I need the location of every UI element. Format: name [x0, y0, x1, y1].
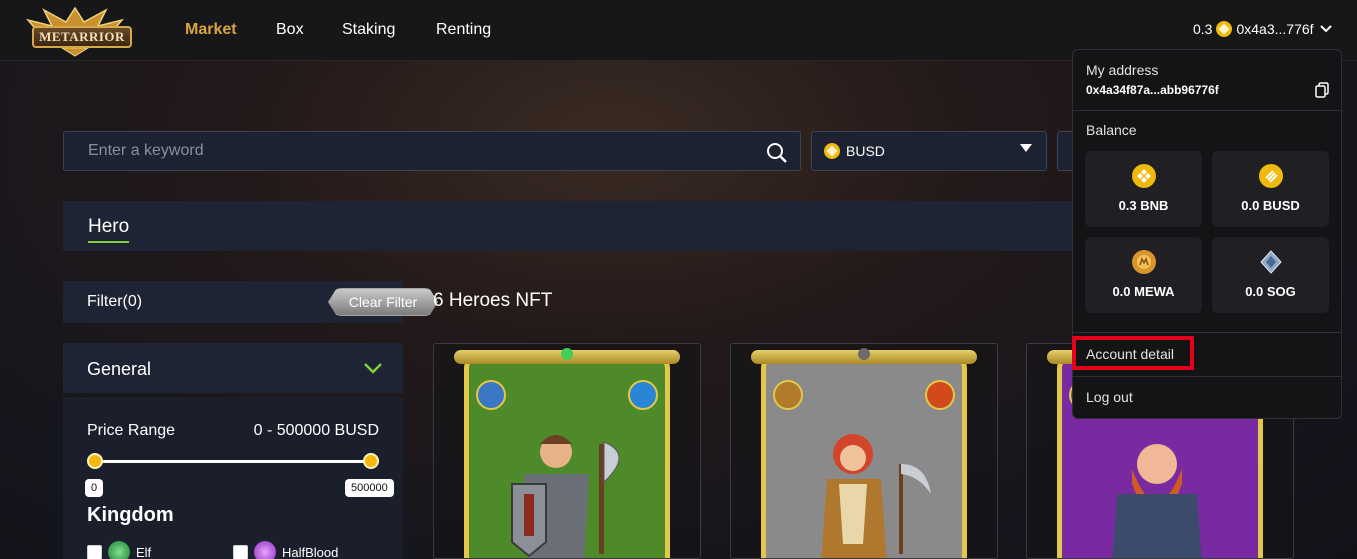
logout-link[interactable]: Log out [1086, 389, 1133, 405]
logo-wordmark: METARRIOR [32, 26, 132, 48]
price-slider-track[interactable] [94, 460, 370, 463]
divider [1073, 110, 1341, 111]
divider [1073, 332, 1341, 333]
balance-sog: 0.0 SOG [1245, 284, 1296, 299]
wallet-button[interactable]: 0.3 0x4a3...776f [1193, 21, 1332, 37]
caret-down-icon [1020, 144, 1032, 152]
kingdom-option-halfblood[interactable]: HalfBlood [233, 541, 338, 559]
price-slider-max-handle[interactable] [363, 453, 379, 469]
divider [1073, 376, 1341, 377]
warrior-hero-icon [511, 435, 620, 558]
nav-box[interactable]: Box [276, 21, 304, 39]
bnb-coin-icon [1216, 21, 1233, 37]
elf-checkbox[interactable] [87, 544, 102, 559]
heroes-count: 6 Heroes NFT [433, 290, 553, 311]
water-element-icon [628, 380, 658, 410]
mewa-icon [1132, 250, 1156, 274]
general-filter-panel: Price Range 0 - 500000 BUSD 0 500000 Kin… [63, 397, 403, 559]
tab-hero[interactable]: Hero [88, 216, 130, 243]
balance-label: Balance [1086, 122, 1137, 138]
filter-count: Filter(0) [87, 293, 143, 310]
class-icon [773, 380, 803, 410]
account-dropdown: My address 0x4a34f87a...abb96776f Balanc… [1072, 49, 1342, 419]
balance-tile-sog: 0.0 SOG [1212, 237, 1329, 313]
price-slider-min-handle[interactable] [87, 453, 103, 469]
search-box [63, 131, 801, 171]
rarity-gem-icon [561, 348, 573, 360]
price-max-tag: 500000 [345, 479, 394, 497]
copy-icon[interactable] [1315, 82, 1329, 98]
chevron-down-icon [364, 363, 382, 374]
elf-kingdom-icon [108, 541, 130, 559]
kingdom-option-elf[interactable]: Elf [87, 541, 151, 559]
clear-filter-button[interactable]: Clear Filter [328, 288, 438, 316]
busd-icon [1259, 164, 1283, 188]
balance-bnb: 0.3 BNB [1118, 198, 1169, 213]
balance-mewa: 0.0 MEWA [1112, 284, 1175, 299]
class-icon [476, 380, 506, 410]
kingdom-title: Kingdom [87, 504, 174, 526]
busd-coin-icon [824, 143, 840, 159]
chevron-down-icon [1319, 25, 1332, 33]
dwarf-hero-icon [1112, 444, 1202, 558]
fire-element-icon [925, 380, 955, 410]
account-detail-link[interactable]: Account detail [1086, 346, 1174, 362]
halfblood-label: HalfBlood [282, 544, 339, 559]
wallet-balance: 0.3 [1193, 21, 1213, 37]
general-title: General [87, 359, 152, 379]
sog-icon [1260, 250, 1282, 274]
metarrior-logo[interactable]: METARRIOR [18, 4, 132, 58]
rarity-gem-icon [858, 348, 870, 360]
bnb-icon [1132, 164, 1156, 188]
price-range-label: Price Range [87, 422, 176, 439]
hero-card[interactable] [730, 343, 998, 559]
category-tabs: Hero [63, 201, 1093, 251]
druid-hero-icon [821, 434, 931, 558]
balance-tile-busd: 0.0 BUSD [1212, 151, 1329, 227]
halfblood-checkbox[interactable] [233, 544, 248, 559]
halfblood-kingdom-icon [254, 541, 276, 559]
filter-header: Filter(0) Clear Filter [63, 281, 438, 323]
nav-staking[interactable]: Staking [342, 21, 395, 39]
full-address: 0x4a34f87a...abb96776f [1086, 83, 1219, 97]
search-input[interactable] [64, 132, 800, 170]
nav-renting[interactable]: Renting [436, 21, 491, 39]
search-icon[interactable] [766, 142, 788, 164]
price-range-value: 0 - 500000 BUSD [253, 422, 379, 439]
balance-tile-bnb: 0.3 BNB [1085, 151, 1202, 227]
nav-market[interactable]: Market [185, 21, 237, 39]
elf-label: Elf [136, 544, 152, 559]
currency-selected: BUSD [846, 143, 885, 159]
wallet-address: 0x4a3...776f [1236, 21, 1314, 37]
currency-select[interactable]: BUSD [811, 131, 1047, 171]
price-min-tag: 0 [85, 479, 104, 497]
my-address-label: My address [1086, 62, 1159, 78]
hero-card[interactable] [433, 343, 701, 559]
balance-busd: 0.0 BUSD [1241, 198, 1300, 213]
general-section-toggle[interactable]: General [63, 343, 403, 393]
balance-tile-mewa: 0.0 MEWA [1085, 237, 1202, 313]
